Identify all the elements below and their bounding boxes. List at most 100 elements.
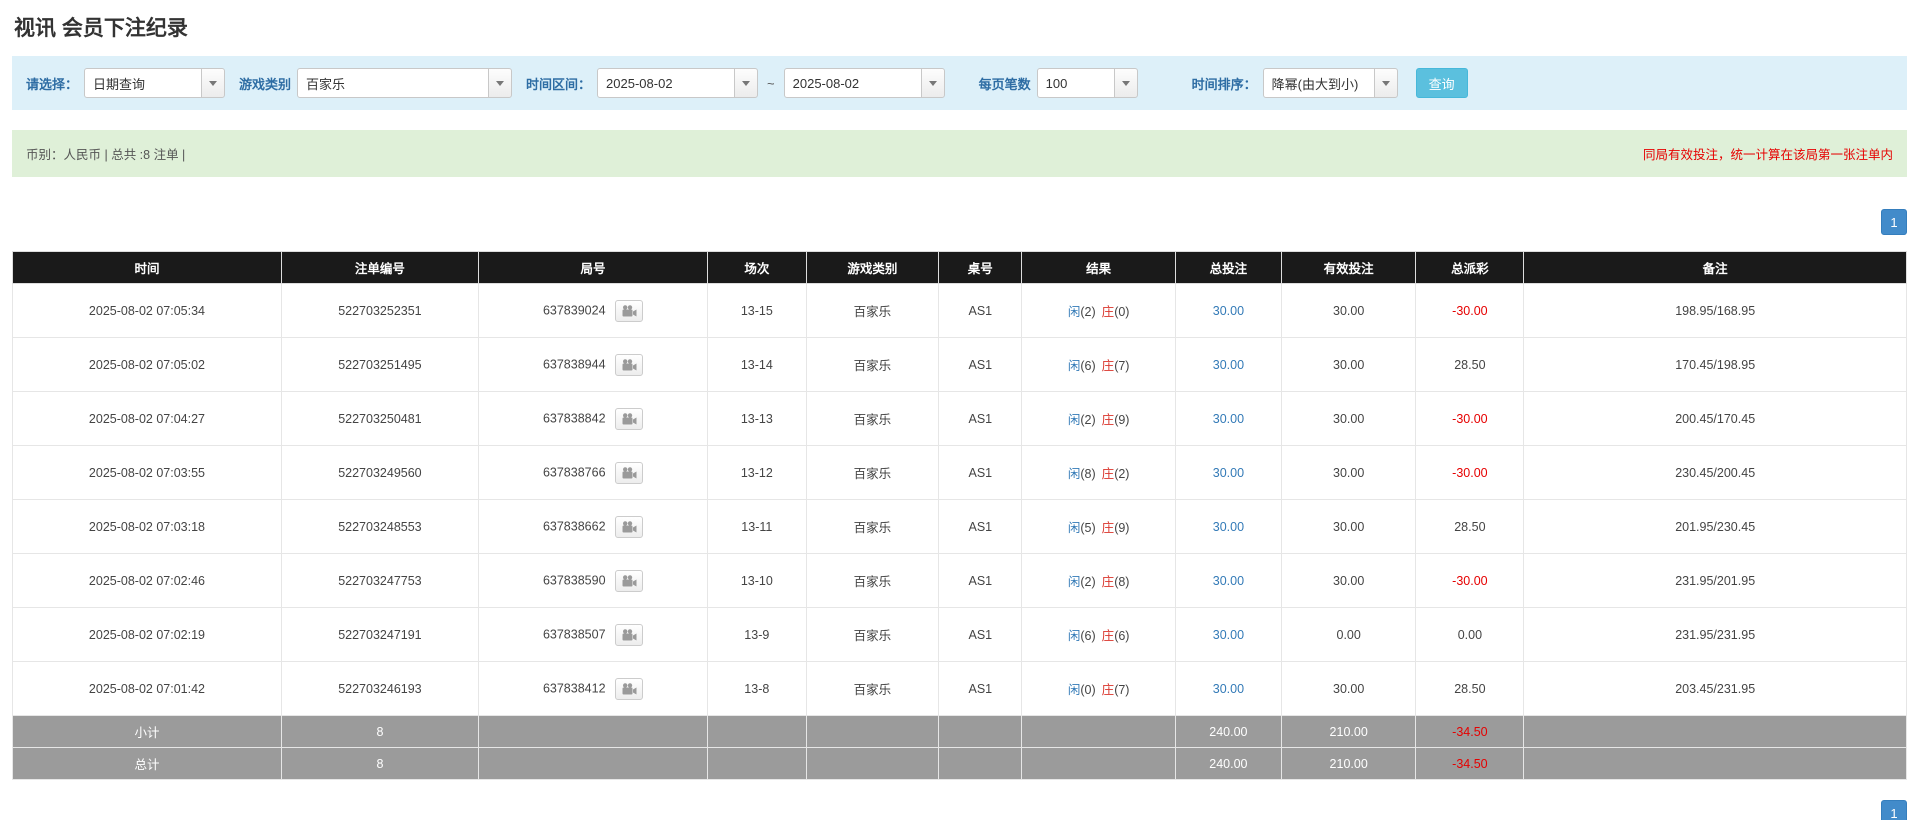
cell-game-type: 百家乐 <box>805 337 940 392</box>
query-type-input[interactable] <box>84 68 203 98</box>
per-page-combobox <box>1036 68 1138 98</box>
cell-result: 闲(0) 庄(7) <box>1021 661 1176 716</box>
total-bet-link[interactable]: 30.00 <box>1213 358 1244 372</box>
col-header-time: 时间 <box>12 251 282 284</box>
cell-note: 170.45/198.95 <box>1523 337 1907 392</box>
cell-bet-id: 522703246193 <box>280 661 479 716</box>
subtotal-row: 小计 8 240.00 210.00 -34.50 <box>12 715 1907 748</box>
total-bet-link[interactable]: 30.00 <box>1213 412 1244 426</box>
cell-session: 13-12 <box>707 445 807 500</box>
total-total-bet: 240.00 <box>1174 747 1282 780</box>
total-payout: -34.50 <box>1415 747 1525 780</box>
cell-result: 闲(2) 庄(0) <box>1021 283 1176 338</box>
cell-time: 2025-08-02 07:02:46 <box>12 553 282 608</box>
col-header-result: 结果 <box>1021 251 1176 284</box>
cell-game-type: 百家乐 <box>805 445 940 500</box>
cell-result: 闲(5) 庄(9) <box>1021 499 1176 554</box>
cell-session: 13-10 <box>707 553 807 608</box>
total-bet-link[interactable]: 30.00 <box>1213 466 1244 480</box>
replay-video-button[interactable] <box>615 299 644 322</box>
player-result: 闲 <box>1067 683 1081 697</box>
cell-table-no: AS1 <box>938 553 1023 608</box>
cell-session: 13-8 <box>707 661 807 716</box>
player-score: (2) <box>1080 575 1096 589</box>
query-type-combobox <box>84 68 226 98</box>
banker-score: (7) <box>1114 359 1130 373</box>
cell-valid-bet: 30.00 <box>1280 499 1417 554</box>
replay-video-button[interactable] <box>615 677 644 700</box>
col-header-payout: 总派彩 <box>1415 251 1525 284</box>
per-page-dropdown-button[interactable] <box>1113 68 1138 98</box>
banker-score: (9) <box>1114 521 1130 535</box>
search-button[interactable]: 查询 <box>1415 68 1468 98</box>
cell-payout: 0.00 <box>1415 607 1525 662</box>
cell-time: 2025-08-02 07:04:27 <box>12 391 282 446</box>
empty-cell <box>1523 747 1907 780</box>
cell-bet-id: 522703251495 <box>280 337 479 392</box>
replay-video-button[interactable] <box>615 407 644 430</box>
round-id-text: 637838766 <box>542 464 606 479</box>
cell-session: 13-9 <box>707 607 807 662</box>
cell-total-bet: 30.00 <box>1174 391 1282 446</box>
cell-note: 231.95/201.95 <box>1523 553 1907 608</box>
page-button-1[interactable]: 1 <box>1881 800 1907 820</box>
cell-time: 2025-08-02 07:05:02 <box>12 337 282 392</box>
total-bet-link[interactable]: 30.00 <box>1213 682 1244 696</box>
replay-video-button[interactable] <box>615 623 644 646</box>
sort-order-dropdown-button[interactable] <box>1373 68 1398 98</box>
cell-table-no: AS1 <box>938 445 1023 500</box>
cell-valid-bet: 0.00 <box>1280 607 1417 662</box>
banker-score: (9) <box>1114 413 1130 427</box>
total-bet-link[interactable]: 30.00 <box>1213 520 1244 534</box>
total-row: 总计 8 240.00 210.00 -34.50 <box>12 747 1907 780</box>
game-type-dropdown-button[interactable] <box>488 68 513 98</box>
banker-result: 庄 <box>1101 305 1115 319</box>
cell-total-bet: 30.00 <box>1174 607 1282 662</box>
replay-video-button[interactable] <box>615 515 644 538</box>
cell-table-no: AS1 <box>938 337 1023 392</box>
per-page-input[interactable] <box>1036 68 1115 98</box>
cell-valid-bet: 30.00 <box>1280 553 1417 608</box>
date-from-input[interactable] <box>597 68 736 98</box>
sort-order-input[interactable] <box>1262 68 1375 98</box>
replay-video-button[interactable] <box>615 569 644 592</box>
round-id-text: 637838412 <box>542 680 606 695</box>
empty-cell <box>805 747 940 780</box>
total-bet-link[interactable]: 30.00 <box>1213 574 1244 588</box>
summary-bar: 币别：人民币 | 总共 :8 注单 | 同局有效投注，统一计算在该局第一张注单内 <box>12 130 1907 177</box>
player-score: (6) <box>1080 629 1096 643</box>
video-camera-icon <box>622 358 637 370</box>
cell-note: 198.95/168.95 <box>1523 283 1907 338</box>
video-camera-icon <box>622 520 637 532</box>
currency-total-text: 币别：人民币 | 总共 :8 注单 | <box>26 148 186 162</box>
query-type-label: 请选择： <box>26 76 79 92</box>
date-to-dropdown-button[interactable] <box>920 68 945 98</box>
banker-result: 庄 <box>1101 413 1115 427</box>
date-to-input[interactable] <box>783 68 922 98</box>
total-valid-bet: 210.00 <box>1280 747 1417 780</box>
empty-cell <box>1021 747 1176 780</box>
page-button-1[interactable]: 1 <box>1881 209 1907 235</box>
cell-result: 闲(2) 庄(8) <box>1021 553 1176 608</box>
date-from-dropdown-button[interactable] <box>734 68 759 98</box>
subtotal-valid-bet: 210.00 <box>1280 715 1417 748</box>
pagination-top: 1 <box>12 209 1907 235</box>
player-result: 闲 <box>1067 629 1081 643</box>
total-bet-link[interactable]: 30.00 <box>1213 304 1244 318</box>
game-type-input[interactable] <box>297 68 490 98</box>
cell-time: 2025-08-02 07:05:34 <box>12 283 282 338</box>
date-from-combobox <box>597 68 759 98</box>
player-result: 闲 <box>1067 521 1081 535</box>
table-row: 2025-08-02 07:02:19 522703247191 6378385… <box>12 607 1907 662</box>
cell-note: 203.45/231.95 <box>1523 661 1907 716</box>
total-label: 总计 <box>12 747 282 780</box>
total-bet-link[interactable]: 30.00 <box>1213 628 1244 642</box>
replay-video-button[interactable] <box>615 461 644 484</box>
table-row: 2025-08-02 07:03:18 522703248553 6378386… <box>12 499 1907 554</box>
banker-score: (0) <box>1114 305 1130 319</box>
player-score: (8) <box>1080 467 1096 481</box>
replay-video-button[interactable] <box>615 353 644 376</box>
video-camera-icon <box>622 304 637 316</box>
cell-table-no: AS1 <box>938 499 1023 554</box>
query-type-dropdown-button[interactable] <box>201 68 226 98</box>
